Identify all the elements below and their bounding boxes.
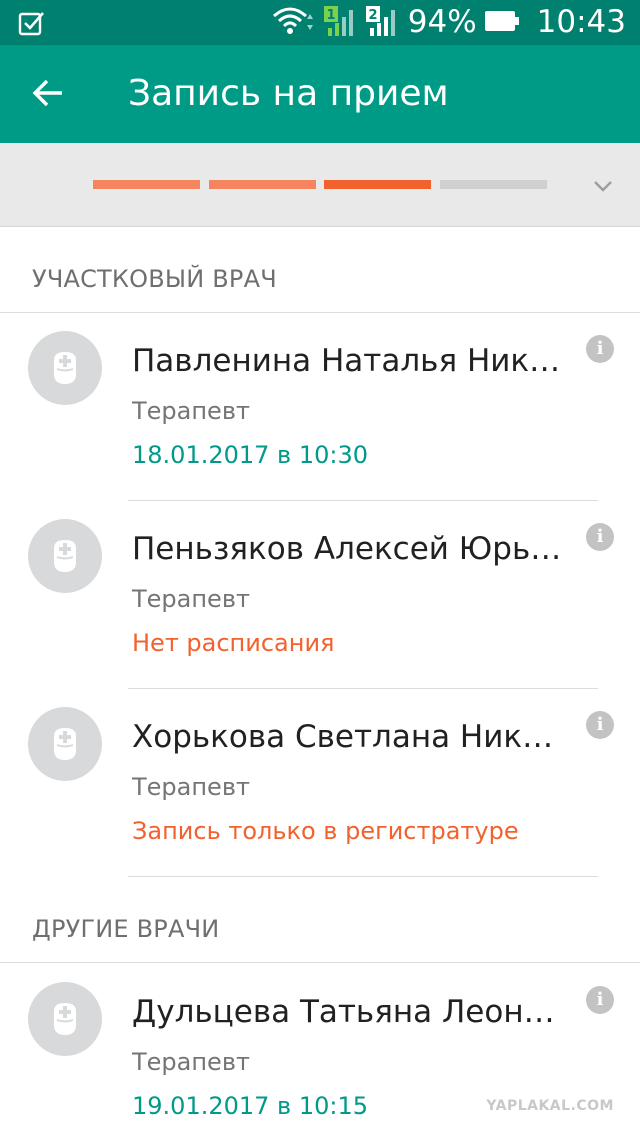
battery-icon (484, 10, 519, 36)
info-icon: i (596, 714, 604, 735)
doctor-avatar-icon (28, 331, 102, 405)
doctor-specialty: Терапевт (132, 1048, 250, 1076)
progress-step-4 (440, 180, 547, 189)
doctor-specialty: Терапевт (132, 773, 250, 801)
info-icon: i (596, 989, 604, 1010)
page-title: Запись на прием (128, 73, 449, 114)
doctor-name: Павленина Наталья Ник… (132, 343, 561, 379)
arrow-left-icon (32, 79, 64, 111)
doctor-schedule-status: Запись только в регистратуре (132, 817, 519, 845)
signal-sim2-icon: 2 (365, 4, 400, 42)
svg-text:2: 2 (368, 8, 377, 23)
watermark: YAPLAKAL.COM (486, 1098, 614, 1114)
info-button[interactable]: i (586, 986, 614, 1014)
section-header-district: УЧАСТКОВЫЙ ВРАЧ (0, 227, 640, 313)
expand-button[interactable] (588, 171, 618, 201)
doctor-next-slot: 19.01.2017 в 10:15 (132, 1092, 368, 1120)
info-button[interactable]: i (586, 711, 614, 739)
doctor-name: Пеньзяков Алексей Юрь… (132, 531, 562, 567)
app-bar: Запись на прием (0, 45, 640, 143)
section-header-other: ДРУГИЕ ВРАЧИ (0, 877, 640, 963)
progress-step-1 (93, 180, 200, 189)
doctor-item[interactable]: Павленина Наталья Ник… Терапевт 18.01.20… (0, 313, 640, 501)
progress-step-3 (324, 180, 431, 189)
clock: 10:43 (536, 4, 626, 40)
svg-text:1: 1 (326, 8, 335, 23)
doctor-item[interactable]: Хорькова Светлана Ник… Терапевт Запись т… (0, 689, 640, 877)
section-title: ДРУГИЕ ВРАЧИ (32, 915, 220, 943)
doctor-avatar-icon (28, 707, 102, 781)
info-button[interactable]: i (586, 523, 614, 551)
signal-sim1-icon: 1 (323, 4, 358, 42)
info-button[interactable]: i (586, 335, 614, 363)
doctor-specialty: Терапевт (132, 585, 250, 613)
doctor-schedule-status: Нет расписания (132, 629, 335, 657)
status-bar: 1 2 94% 10:43 (0, 0, 640, 45)
section-title: УЧАСТКОВЫЙ ВРАЧ (32, 265, 277, 293)
doctor-avatar-icon (28, 519, 102, 593)
battery-percent: 94% (407, 4, 477, 40)
back-button[interactable] (22, 69, 74, 121)
doctor-item[interactable]: Пеньзяков Алексей Юрь… Терапевт Нет расп… (0, 501, 640, 689)
doctor-avatar-icon (28, 982, 102, 1056)
doctor-name: Дульцева Татьяна Леон… (132, 994, 555, 1030)
info-icon: i (596, 526, 604, 547)
step-progress (0, 143, 640, 227)
wifi-icon (272, 6, 316, 40)
info-icon: i (596, 338, 604, 359)
chevron-down-icon (593, 177, 613, 196)
doctor-specialty: Терапевт (132, 397, 250, 425)
progress-step-2 (209, 180, 316, 189)
doctor-name: Хорькова Светлана Ник… (132, 719, 554, 755)
doctor-next-slot: 18.01.2017 в 10:30 (132, 441, 368, 469)
status-icons: 1 2 94% 10:43 (272, 0, 626, 45)
checkbox-notification-icon (18, 9, 46, 37)
